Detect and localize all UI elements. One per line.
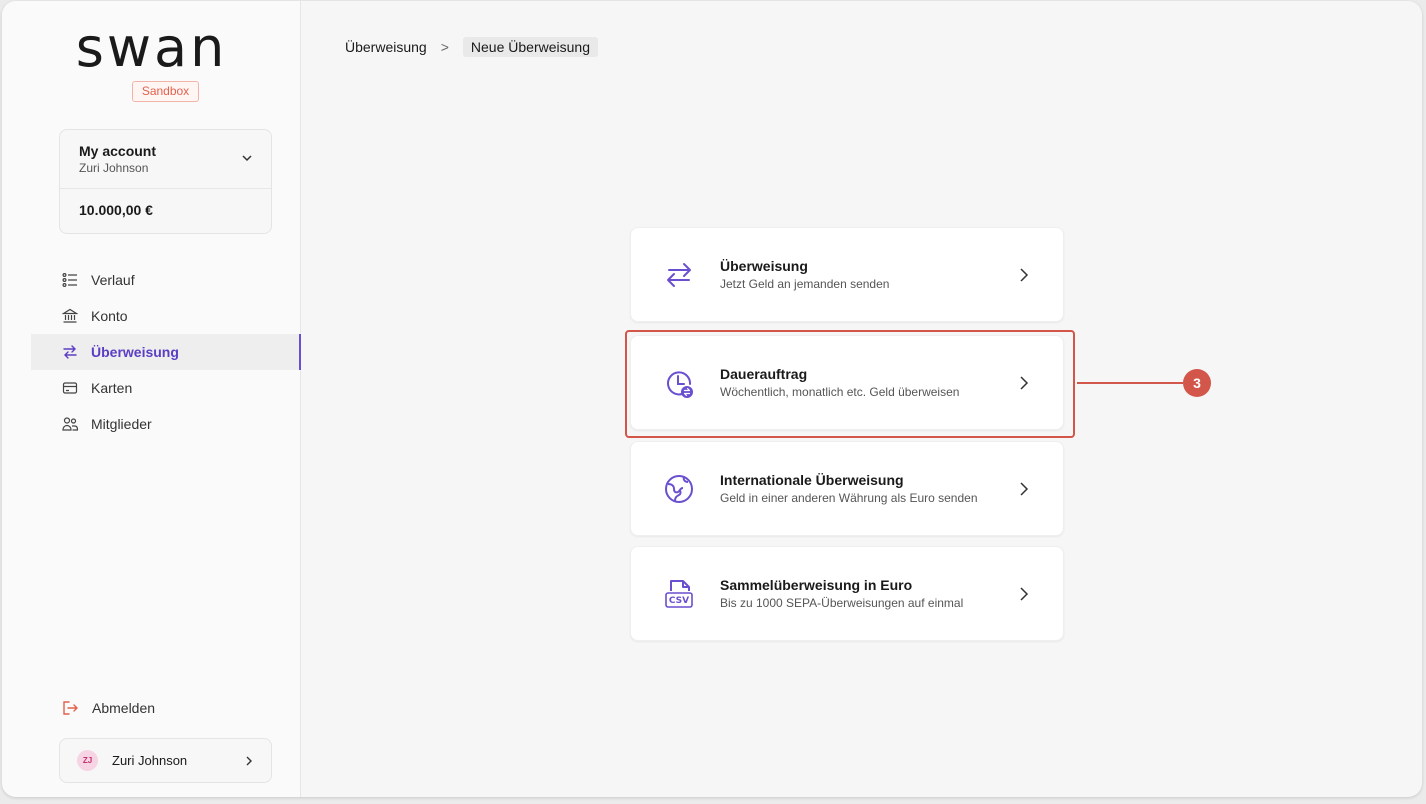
breadcrumb-separator: > <box>440 39 449 55</box>
highlight-box <box>625 330 1075 438</box>
chevron-right-icon <box>1020 482 1029 496</box>
logout-label: Abmelden <box>92 700 156 716</box>
option-subtitle: Bis zu 1000 SEPA-Überweisungen auf einma… <box>720 596 964 610</box>
sidebar-item-label: Verlauf <box>91 272 135 288</box>
option-title: Sammelüberweisung in Euro <box>720 577 913 593</box>
sidebar-item-label: Karten <box>91 380 133 396</box>
sidebar-item-mitglieder[interactable]: Mitglieder <box>31 406 301 442</box>
svg-text:CSV: CSV <box>669 596 689 606</box>
app-window: swan Sandbox My account Zuri Johnson 10.… <box>2 1 1422 797</box>
transfer-icon <box>667 263 691 287</box>
csv-file-icon: CSV <box>665 580 693 608</box>
sidebar: swan Sandbox My account Zuri Johnson 10.… <box>2 1 301 797</box>
sidebar-item-label: Überweisung <box>91 344 179 360</box>
card-icon <box>62 382 78 394</box>
chevron-right-icon <box>1020 268 1029 282</box>
breadcrumb-current: Neue Überweisung <box>462 37 598 57</box>
option-card-international[interactable]: Internationale Überweisung Geld in einer… <box>630 441 1064 536</box>
sidebar-item-label: Mitglieder <box>91 416 152 432</box>
sidebar-item-karten[interactable]: Karten <box>31 370 301 406</box>
chevron-down-icon[interactable] <box>241 152 253 164</box>
bank-icon <box>62 308 78 323</box>
user-name: Zuri Johnson <box>112 753 188 768</box>
annotation-connector <box>1077 382 1183 384</box>
account-balance: 10.000,00 € <box>79 202 153 218</box>
account-switcher[interactable]: My account Zuri Johnson 10.000,00 € <box>59 129 272 234</box>
option-card-ueberweisung[interactable]: Überweisung Jetzt Geld an jemanden sende… <box>630 227 1064 322</box>
sidebar-nav: Verlauf Konto Überweisung Karten Mitglie… <box>31 262 301 442</box>
logout-button[interactable]: Abmelden <box>62 700 155 716</box>
sandbox-badge: Sandbox <box>132 81 199 102</box>
option-subtitle: Jetzt Geld an jemanden senden <box>720 277 890 291</box>
swan-logo: swan <box>75 16 228 79</box>
avatar: ZJ <box>77 750 98 771</box>
members-icon <box>62 417 78 431</box>
step-badge: 3 <box>1183 369 1211 397</box>
breadcrumb-parent[interactable]: Überweisung <box>345 39 427 55</box>
breadcrumb: Überweisung > Neue Überweisung <box>345 37 598 57</box>
sidebar-item-konto[interactable]: Konto <box>31 298 301 334</box>
user-profile-button[interactable]: ZJ Zuri Johnson <box>59 738 272 783</box>
option-card-sammelueberweisung[interactable]: CSV Sammelüberweisung in Euro Bis zu 100… <box>630 546 1064 641</box>
sidebar-item-verlauf[interactable]: Verlauf <box>31 262 301 298</box>
globe-icon <box>665 475 693 503</box>
chevron-right-icon <box>246 756 252 766</box>
logout-icon <box>63 701 78 715</box>
option-subtitle: Geld in einer anderen Währung als Euro s… <box>720 491 978 505</box>
option-title: Internationale Überweisung <box>720 472 904 488</box>
sidebar-item-label: Konto <box>91 308 128 324</box>
account-header[interactable]: My account Zuri Johnson <box>60 130 271 189</box>
list-icon <box>62 273 77 288</box>
transfer-icon <box>63 345 77 359</box>
option-title: Überweisung <box>720 258 808 274</box>
sidebar-item-ueberweisung[interactable]: Überweisung <box>31 334 301 370</box>
chevron-right-icon <box>1020 587 1029 601</box>
